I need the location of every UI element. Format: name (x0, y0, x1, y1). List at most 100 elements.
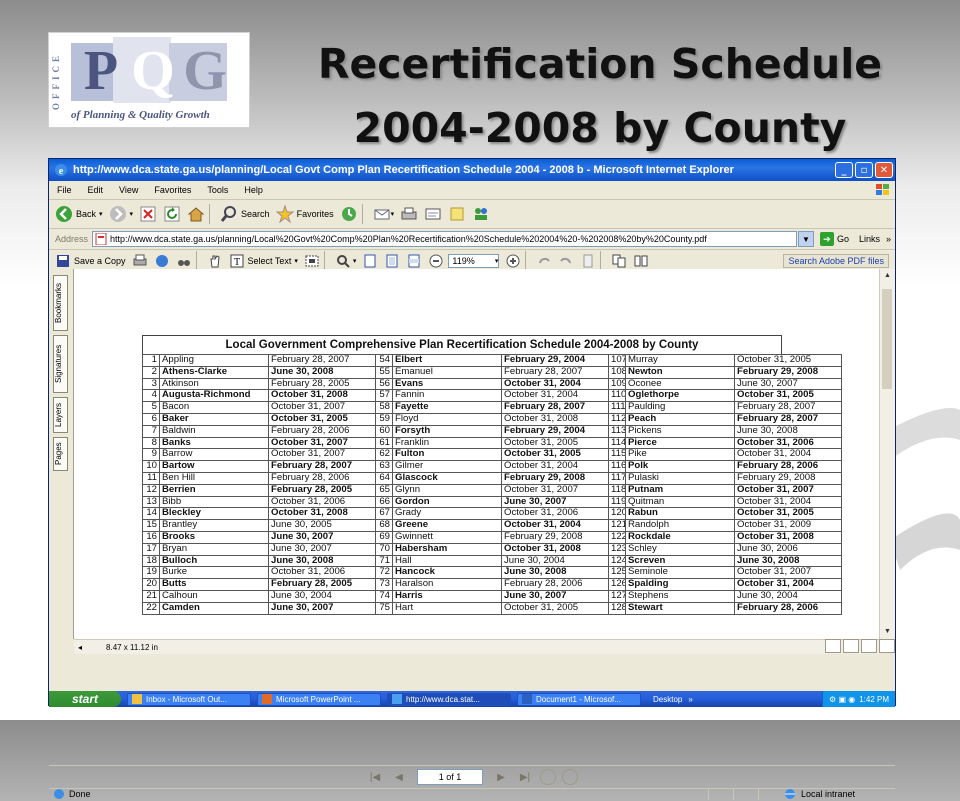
print-button[interactable] (400, 205, 418, 223)
vertical-scrollbar[interactable]: ▲ ▼ (879, 269, 895, 639)
county-name: Pickens (625, 424, 735, 438)
next-view-button[interactable] (562, 769, 578, 785)
favorites-button[interactable]: Favorites (275, 205, 334, 223)
menu-tools[interactable]: Tools (199, 185, 236, 195)
single-page-button[interactable] (825, 639, 841, 653)
zoom-level-select[interactable]: 119% ▾ (448, 254, 500, 268)
vertical-scroll-thumb[interactable] (882, 289, 892, 389)
page-icon[interactable] (580, 253, 596, 269)
next-page-button[interactable]: ▶ (493, 770, 509, 784)
window-titlebar[interactable]: e http://www.dca.state.ga.us/planning/Lo… (49, 159, 895, 181)
desktop-toolbar[interactable]: Desktop (653, 695, 682, 704)
pqg-logo: OFFICE PQG of Planning & Quality Growth (48, 32, 250, 128)
taskbar-item-ie[interactable]: http://www.dca.stat... (387, 692, 511, 706)
hand-tool-icon[interactable] (207, 253, 223, 269)
rotate-left-icon[interactable] (536, 253, 552, 269)
print-icon[interactable] (132, 253, 148, 269)
select-text-button[interactable]: Select Text (248, 256, 292, 266)
close-button[interactable]: ✕ (875, 162, 893, 178)
county-number: 74 (375, 589, 393, 603)
continuous-button[interactable] (843, 639, 859, 653)
home-button[interactable] (187, 205, 205, 223)
email-icon[interactable] (154, 253, 170, 269)
last-page-button[interactable]: ▶| (517, 770, 533, 784)
tray-icons[interactable]: ⚙ ▣ ◉ (829, 695, 855, 704)
minimize-button[interactable]: _ (835, 162, 853, 178)
county-number: 111 (608, 401, 626, 414)
taskbar-item-powerpoint[interactable]: Microsoft PowerPoint ... (257, 692, 381, 706)
messenger-button[interactable] (472, 205, 490, 223)
recert-date: October 31, 2007 (268, 448, 376, 462)
pdf-page-area[interactable]: Local Government Comprehensive Plan Rece… (74, 269, 880, 639)
menu-help[interactable]: Help (236, 185, 271, 195)
menu-view[interactable]: View (111, 185, 146, 195)
search-button[interactable]: Search (220, 205, 270, 223)
zoom-icon[interactable] (335, 253, 351, 269)
recert-date: February 29, 2004 (501, 424, 609, 438)
actual-size-icon[interactable] (362, 253, 378, 269)
edit-button[interactable] (424, 205, 442, 223)
facing-button[interactable] (861, 639, 877, 653)
mail-button[interactable]: ▾ (373, 205, 394, 223)
save-copy-button[interactable]: Save a Copy (74, 256, 126, 266)
scroll-up-arrow[interactable]: ▲ (880, 269, 895, 283)
recert-date: October 31, 2005 (268, 412, 376, 426)
county-name: Emanuel (392, 365, 502, 379)
county-number: 107 (608, 354, 626, 367)
address-input[interactable]: http://www.dca.state.ga.us/planning/Loca… (92, 231, 797, 247)
scroll-left-arrow[interactable]: ◂ (78, 643, 82, 652)
back-button[interactable]: Back ▾ (55, 205, 103, 223)
recert-date: October 31, 2004 (501, 519, 609, 532)
recert-date: October 31, 2008 (501, 542, 609, 556)
thumbnail-view-icon[interactable] (611, 253, 627, 269)
county-number: 128 (608, 601, 626, 615)
rotate-right-icon[interactable] (558, 253, 574, 269)
county-number: 110 (608, 389, 626, 403)
address-dropdown[interactable]: ▼ (797, 231, 814, 247)
menu-file[interactable]: File (49, 185, 80, 195)
start-button[interactable]: start (49, 691, 121, 707)
continuous-facing-button[interactable] (879, 639, 895, 653)
page-layout-icon[interactable] (633, 253, 649, 269)
page-number-input[interactable]: 1 of 1 (417, 769, 483, 785)
previous-view-button[interactable] (540, 769, 556, 785)
maximize-button[interactable]: ▫ (855, 162, 873, 178)
links-button[interactable]: Links (859, 234, 880, 244)
table-row: 19 Burke October 31, 2006 72 Hancock June 30,… (142, 566, 842, 580)
forward-button[interactable]: ▾ (109, 205, 133, 223)
menu-favorites[interactable]: Favorites (146, 185, 199, 195)
stop-button[interactable] (139, 205, 157, 223)
table-row: 10 Bartow February 28, 2007 63 Gilmer October… (142, 460, 842, 473)
taskbar-item-outlook[interactable]: Inbox - Microsoft Out... (127, 692, 251, 706)
binoculars-icon[interactable] (176, 253, 192, 269)
discuss-button[interactable] (448, 205, 466, 223)
county-number: 64 (375, 471, 393, 485)
back-arrow-icon (56, 206, 72, 222)
menu-edit[interactable]: Edit (80, 185, 112, 195)
tab-signatures[interactable]: Signatures (53, 335, 68, 393)
horizontal-scrollbar[interactable]: ◂ 8.47 x 11.12 in (74, 639, 880, 654)
county-name: Harris (392, 589, 502, 603)
history-button[interactable] (340, 205, 358, 223)
zoom-out-icon[interactable] (428, 253, 444, 269)
county-number: 2 (142, 365, 160, 379)
search-adobe-pdf-button[interactable]: Search Adobe PDF files (783, 254, 889, 268)
tab-bookmarks[interactable]: Bookmarks (53, 275, 68, 331)
previous-page-button[interactable]: ◀ (391, 770, 407, 784)
snapshot-icon[interactable] (304, 253, 320, 269)
taskbar-item-word[interactable]: Document1 - Microsof... (517, 692, 641, 706)
fit-page-icon[interactable] (384, 253, 400, 269)
ie-toolbar: Back ▾ ▾ Search Favorites ▾ (49, 200, 895, 229)
scroll-down-arrow[interactable]: ▼ (880, 625, 895, 639)
refresh-button[interactable] (163, 205, 181, 223)
tab-layers[interactable]: Layers (53, 397, 68, 433)
county-name: Gwinnett (392, 530, 502, 544)
tab-pages[interactable]: Pages (53, 437, 68, 471)
zoom-in-icon[interactable] (505, 253, 521, 269)
fit-width-icon[interactable] (406, 253, 422, 269)
county-number: 19 (142, 566, 160, 580)
recert-date: June 30, 2007 (501, 495, 609, 509)
county-number: 71 (375, 554, 393, 568)
first-page-button[interactable]: |◀ (367, 770, 383, 784)
go-button[interactable]: ➔ Go (819, 232, 849, 246)
